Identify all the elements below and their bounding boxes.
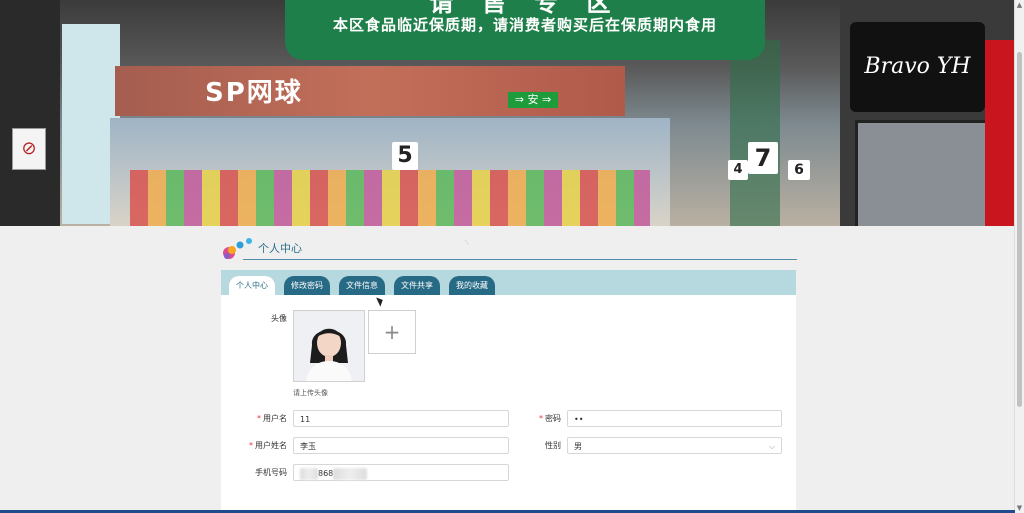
banner-store-name: SP网球 [205, 78, 303, 108]
phone-redacted-right [333, 467, 368, 480]
logo-dots-icon [223, 238, 252, 259]
banner-red-fridge [985, 40, 1015, 226]
banner-sign-subtitle: 本区食品临近保质期，请消费者购买后在保质期内食用 [332, 16, 717, 34]
password-label: * 密码 [521, 413, 561, 424]
banner-store-bar [115, 66, 625, 116]
phone-partial-value: 868 [318, 469, 334, 478]
gender-label: 性别 [545, 441, 561, 450]
realname-field[interactable]: 李玉 [293, 437, 509, 454]
tab-file-info[interactable]: 文件信息 [339, 276, 385, 295]
avatar-image[interactable] [293, 310, 365, 382]
phone-label: 手机号码 [255, 468, 287, 477]
gender-select-value: 男 [574, 442, 582, 451]
chevron-down-icon: ⌵ [768, 442, 775, 451]
upload-avatar-button[interactable]: + [368, 310, 416, 354]
banner-number-4: 4 [728, 160, 748, 180]
banner-brand-logo: Bravo YH [850, 22, 985, 112]
banner-left-wall [0, 0, 60, 226]
banner-goods [130, 170, 650, 226]
scrollbar-thumb[interactable] [1017, 52, 1022, 407]
upload-hint: 请上传头像 [293, 389, 328, 397]
page-scrollbar[interactable]: ▲ ▼ [1014, 0, 1024, 513]
section-title: 个人中心 [258, 242, 302, 255]
username-label: * 用户名 [241, 413, 287, 424]
banner-exit-sign: ⇒ 安 ⇒ [508, 92, 558, 108]
avatar-portrait-icon [294, 311, 364, 381]
banner-number-6: 6 [788, 160, 810, 180]
tab-my-favorites[interactable]: 我的收藏 [449, 276, 495, 295]
required-mark: * [257, 414, 261, 423]
tab-change-password[interactable]: 修改密码 [284, 276, 330, 295]
avatar-label: 头像 [271, 314, 287, 323]
password-label-text: 密码 [545, 414, 561, 423]
banner-column [730, 40, 780, 226]
realname-label: * 用户姓名 [235, 440, 287, 451]
gender-select[interactable]: 男 ⌵ [567, 437, 782, 454]
section-divider [243, 259, 797, 260]
tab-file-share[interactable]: 文件共享 [394, 276, 440, 295]
scroll-up-icon[interactable]: ▲ [1016, 1, 1023, 9]
username-field[interactable]: 11 [293, 410, 509, 427]
banner-sign: 请 售 专 区 本区食品临近保质期，请消费者购买后在保质期内食用 [285, 0, 765, 60]
realname-label-text: 用户姓名 [255, 441, 287, 450]
required-mark: * [539, 414, 543, 423]
banner-fridge [855, 120, 991, 226]
required-mark: * [249, 441, 253, 450]
profile-panel: 个人中心 修改密码 文件信息 文件共享 我的收藏 头像 + 请上传头像 * 用户名… [221, 270, 796, 513]
tab-bar: 个人中心 修改密码 文件信息 文件共享 我的收藏 [221, 270, 796, 295]
password-field[interactable]: •• [567, 410, 782, 427]
phone-redacted-left [300, 467, 318, 480]
banner-number-5: 5 [392, 142, 418, 170]
no-smoking-icon: ⊘ [12, 128, 46, 170]
banner-photo: ⊘ SP网球 ⇒ 安 ⇒ 5 4 7 6 请 售 专 区 本区食品临近保质期，请… [0, 0, 1015, 226]
scroll-down-icon[interactable]: ▼ [1016, 504, 1023, 512]
phone-field[interactable]: 868 [293, 464, 509, 481]
username-label-text: 用户名 [263, 414, 287, 423]
section-header: 个人中心 [221, 236, 797, 261]
banner-sign-title: 请 售 专 区 [429, 0, 621, 17]
tab-personal-center[interactable]: 个人中心 [229, 276, 275, 295]
banner-number-7: 7 [748, 142, 778, 174]
